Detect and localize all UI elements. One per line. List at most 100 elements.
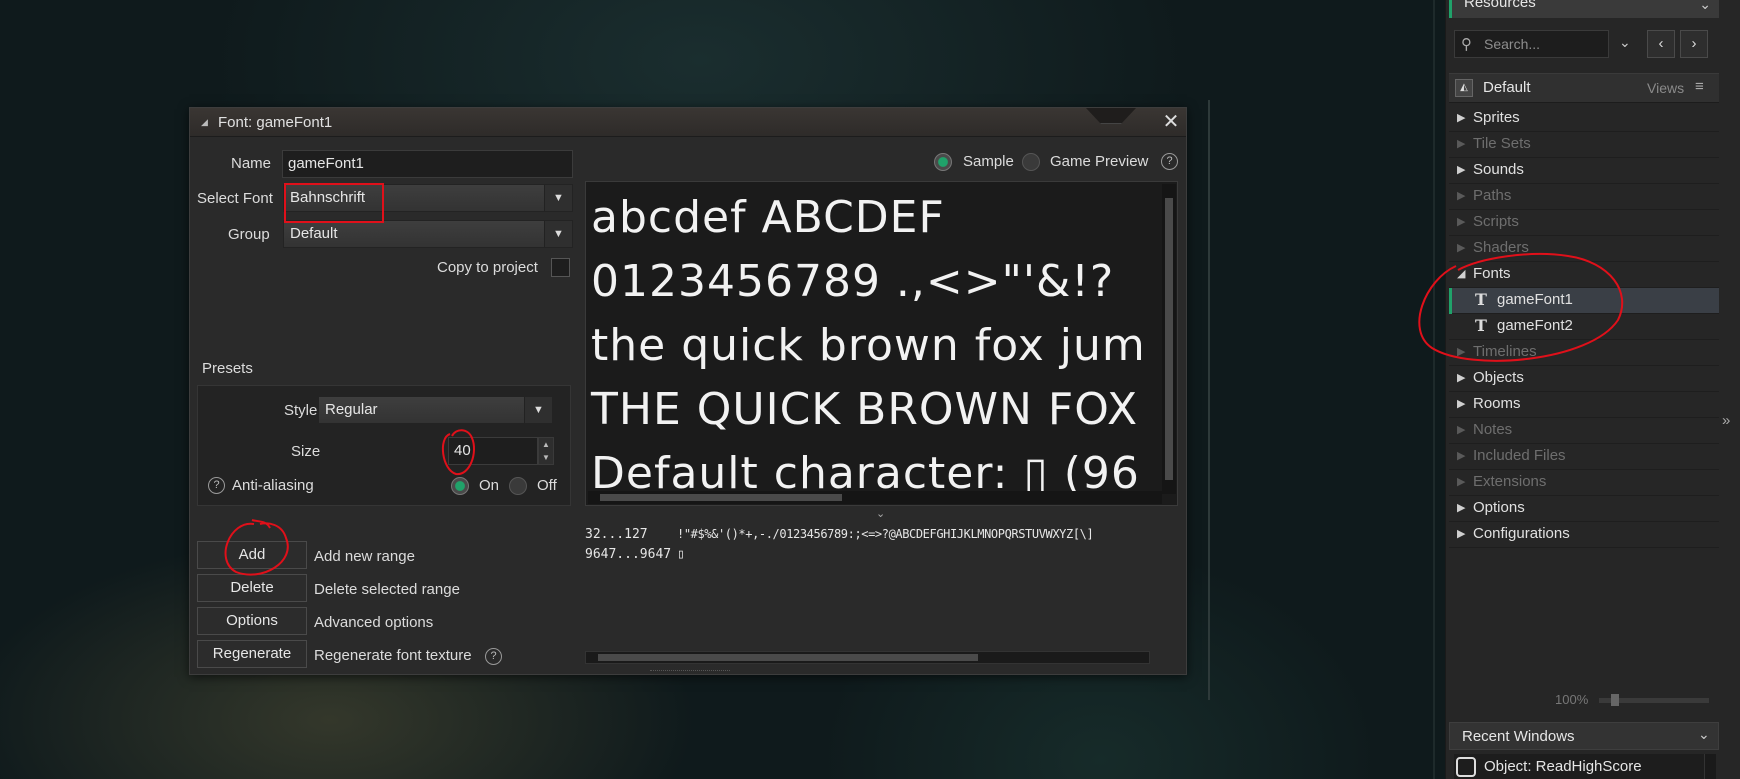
tree-item-shaders[interactable]: ▶ Shaders [1449, 236, 1719, 262]
expand-triangle-icon[interactable]: ▶ [1457, 111, 1465, 124]
font-icon: T [1475, 316, 1487, 335]
expand-triangle-icon[interactable]: ▶ [1457, 345, 1465, 358]
tree-item-timelines[interactable]: ▶ Timelines [1449, 340, 1719, 366]
tree-item-label: Scripts [1473, 213, 1519, 230]
zoom-level: 100% [1555, 692, 1589, 707]
antialias-off-radio[interactable] [509, 477, 527, 495]
tree-item-label: Extensions [1473, 473, 1547, 490]
options-button[interactable]: Options [197, 607, 307, 635]
search-input[interactable]: ⚲ Search... [1454, 30, 1609, 58]
range-start-end[interactable]: 32...127 [585, 527, 648, 542]
collapse-triangle-icon[interactable]: ◢ [1457, 267, 1465, 280]
tree-item-configurations[interactable]: ▶ Configurations [1449, 522, 1719, 548]
help-icon[interactable]: ? [1161, 153, 1178, 170]
sample-horizontal-scrollbar[interactable] [588, 491, 1162, 504]
window-titlebar[interactable]: ◢ Font: gameFont1 ✕ [190, 108, 1186, 137]
tree-item-extensions[interactable]: ▶ Extensions [1449, 470, 1719, 496]
object-icon [1456, 757, 1476, 777]
close-icon[interactable]: ✕ [1160, 110, 1182, 134]
expand-triangle-icon[interactable]: ▶ [1457, 215, 1465, 228]
zoom-slider[interactable] [1599, 694, 1709, 706]
copy-to-project-checkbox[interactable] [551, 258, 570, 277]
size-stepper[interactable]: ▲ ▼ [538, 437, 554, 465]
group-value: Default [290, 225, 338, 242]
game-preview-radio[interactable] [1022, 153, 1040, 171]
tree-item-objects[interactable]: ▶ Objects [1449, 366, 1719, 392]
search-icon: ⚲ [1461, 36, 1472, 53]
range-characters[interactable]: ▯ [677, 547, 685, 562]
tree-item-included-files[interactable]: ▶ Included Files [1449, 444, 1719, 470]
workspace-guide [1208, 100, 1210, 700]
tree-item-font[interactable]: TgameFont2 [1449, 314, 1719, 340]
help-icon[interactable]: ? [485, 648, 502, 665]
tree-item-scripts[interactable]: ▶ Scripts [1449, 210, 1719, 236]
search-placeholder: Search... [1484, 36, 1541, 52]
chevron-down-icon[interactable]: ⌄ [1698, 726, 1710, 743]
group-dropdown[interactable]: Default ▼ [283, 220, 573, 248]
regenerate-button[interactable]: Regenerate [197, 640, 307, 668]
tree-item-sprites[interactable]: ▶ Sprites [1449, 106, 1719, 132]
sample-vertical-scrollbar[interactable] [1162, 184, 1176, 494]
tree-item-rooms[interactable]: ▶ Rooms [1449, 392, 1719, 418]
resources-header[interactable]: Resources ⌄ [1449, 0, 1719, 18]
recent-scrollbar[interactable] [1704, 754, 1716, 779]
range-horizontal-scrollbar[interactable] [585, 651, 1150, 664]
back-button[interactable]: ‹ [1647, 30, 1675, 58]
delete-range-desc: Delete selected range [314, 581, 460, 598]
expand-triangle-icon[interactable]: ▶ [1457, 527, 1465, 540]
chevron-down-icon[interactable]: ▼ [544, 221, 572, 247]
regenerate-desc: Regenerate font texture [314, 647, 472, 664]
expand-triangle-icon[interactable]: ▶ [1457, 397, 1465, 410]
expand-triangle-icon[interactable]: ▶ [1457, 501, 1465, 514]
sample-line: THE QUICK BROWN FOX [591, 384, 1139, 435]
tree-item-paths[interactable]: ▶ Paths [1449, 184, 1719, 210]
expand-triangle-icon[interactable]: ▶ [1457, 423, 1465, 436]
forward-button[interactable]: › [1680, 30, 1708, 58]
tree-item-sounds[interactable]: ▶ Sounds [1449, 158, 1719, 184]
sample-line: the quick brown fox jum [591, 320, 1146, 371]
sample-radio[interactable] [934, 153, 952, 171]
expand-triangle-icon[interactable]: ▶ [1457, 163, 1465, 176]
expand-triangle-icon[interactable]: ▶ [1457, 449, 1465, 462]
expand-triangle-icon[interactable]: ▶ [1457, 475, 1465, 488]
sample-label: Sample [963, 153, 1014, 170]
search-options-chevron-icon[interactable]: ⌄ [1619, 34, 1631, 51]
select-font-value: Bahnschrift [290, 189, 366, 206]
chevron-down-icon[interactable]: ▼ [524, 397, 552, 423]
delete-range-button[interactable]: Delete [197, 574, 307, 602]
tree-item-notes[interactable]: ▶ Notes [1449, 418, 1719, 444]
style-dropdown[interactable]: Regular ▼ [318, 396, 553, 424]
expand-triangle-icon[interactable]: ▶ [1457, 137, 1465, 150]
tree-item-label: gameFont1 [1497, 291, 1573, 308]
expand-triangle-icon[interactable]: ▶ [1457, 189, 1465, 202]
expand-triangle-icon[interactable]: ▶ [1457, 241, 1465, 254]
collapse-triangle-icon[interactable]: ◢ [201, 117, 208, 128]
select-font-dropdown[interactable]: Bahnschrift ▼ [283, 184, 573, 212]
size-input[interactable]: 40 [448, 437, 538, 465]
menu-icon[interactable]: ≡ [1695, 78, 1704, 95]
antialias-on-radio[interactable] [451, 477, 469, 495]
name-label: Name [231, 155, 272, 172]
tree-item-options[interactable]: ▶ Options [1449, 496, 1719, 522]
help-icon[interactable]: ? [208, 477, 225, 494]
font-sample-preview: abcdef ABCDEF 0123456789 .,<>"'&!? the q… [585, 181, 1178, 506]
recent-windows-header[interactable]: Recent Windows ⌄ [1449, 722, 1719, 750]
range-start-end[interactable]: 9647...9647 [585, 547, 671, 562]
tree-item-tile-sets[interactable]: ▶ Tile Sets [1449, 132, 1719, 158]
group-label: Group [228, 226, 270, 243]
resource-view-row[interactable]: ◭ Default Views ≡ [1449, 73, 1719, 103]
font-icon: T [1475, 290, 1487, 309]
chevron-down-icon[interactable]: ⌄ [1699, 0, 1711, 13]
tree-item-font[interactable]: TgameFont1 [1449, 288, 1719, 314]
dock-notch[interactable] [1086, 108, 1136, 124]
name-input[interactable]: gameFont1 [282, 150, 573, 178]
expand-panel-icon[interactable]: » [1722, 412, 1730, 429]
add-range-button[interactable]: Add [197, 541, 307, 569]
resize-grip[interactable] [650, 670, 730, 674]
tree-item-fonts[interactable]: ◢ Fonts [1449, 262, 1719, 288]
expand-chevron-icon[interactable]: ⌄ [876, 507, 885, 520]
chevron-down-icon[interactable]: ▼ [544, 185, 572, 211]
expand-triangle-icon[interactable]: ▶ [1457, 371, 1465, 384]
recent-window-item[interactable]: Object: ReadHighScore [1454, 754, 1709, 779]
range-characters[interactable]: !"#$%&'()*+,-./0123456789:;<=>?@ABCDEFGH… [677, 527, 1094, 541]
